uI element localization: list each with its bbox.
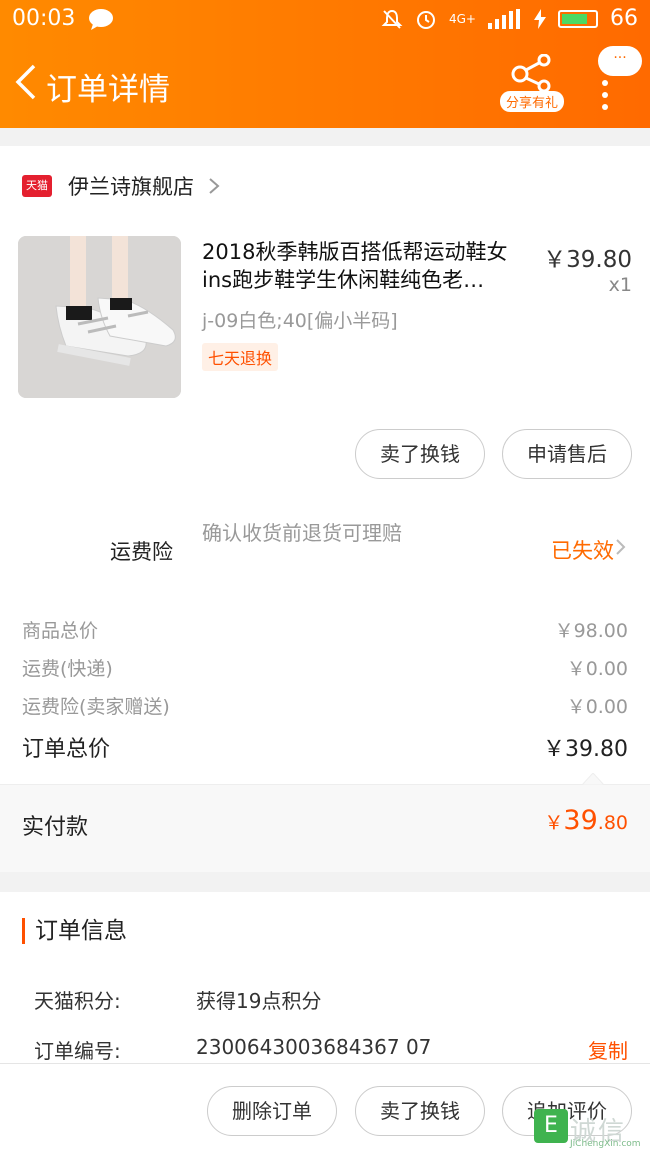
product-price: ￥39.80 [543,247,632,273]
copy-button[interactable]: 复制 [588,1035,628,1064]
signal-icon [488,8,520,29]
product-sku: j-09白色;40[偏小半码] [202,310,398,332]
product-title[interactable]: 2018秋季韩版百搭低帮运动鞋女ins跑步鞋学生休闲鞋纯色老… [202,238,532,294]
sell-button-bottom[interactable]: 卖了换钱 [355,1086,485,1136]
return-policy-badge: 七天退换 [202,343,279,371]
network-label: 4G+ [449,11,476,26]
order-info-card: 订单信息 天猫积分: 获得19点积分 订单编号: 230064300368436… [0,892,650,1067]
caret-up-icon [582,773,604,785]
points-value: 获得19点积分 [196,989,322,1013]
shipping-label: 运费(快递) [22,658,113,680]
status-time: 00:03 [12,6,76,31]
share-button[interactable]: 分享有礼 [500,53,564,114]
paid-integer: 39 [563,805,598,836]
paid-decimal: .80 [597,812,628,834]
share-icon [511,53,551,93]
watermark-badge: E [534,1109,568,1143]
product-image[interactable] [18,236,181,398]
sell-button[interactable]: 卖了换钱 [355,429,485,479]
title-bar: 订单详情 分享有礼 ··· [0,46,650,116]
shipping-value: ￥0.00 [566,658,628,680]
insurance-status[interactable]: 已失效 [551,535,614,565]
order-total-value: ￥39.80 [543,737,628,762]
chat-icon [89,9,113,30]
points-label: 天猫积分: [34,989,121,1013]
app-header: 00:03 4G+ 66 订单详情 分享有礼 ··· [0,0,650,128]
shipping-row: 运费(快递) ￥0.00 [22,654,628,681]
charging-icon [534,8,546,29]
insurance-fee-value: ￥0.00 [566,696,628,718]
product-quantity: x1 [608,274,632,296]
paid-amount-row: 实付款 ￥39.80 [0,773,650,872]
order-card: 天猫 伊兰诗旗舰店 2018秋季韩版百搭低帮运动鞋女ins跑步鞋学生休闲鞋纯色老… [0,146,650,872]
insurance-fee-label: 运费险(卖家赠送) [22,696,170,718]
insurance-fee-row: 运费险(卖家赠送) ￥0.00 [22,692,628,719]
order-total-label: 订单总价 [22,737,111,762]
delete-order-button[interactable]: 删除订单 [207,1086,337,1136]
battery-level: 66 [610,6,638,31]
goods-total-row: 商品总价 ￥98.00 [22,616,628,643]
order-number-value: 2300643003684367 07 [196,1035,432,1059]
paid-currency: ￥ [544,812,564,834]
order-total-row: 订单总价 ￥39.80 [22,731,628,763]
watermark-url: JiChengXin.com [570,1139,641,1149]
store-link[interactable]: 天猫 伊兰诗旗舰店 [22,168,220,204]
more-button[interactable]: ··· [592,46,642,112]
bottom-action-bar: 删除订单 卖了换钱 追加评价 E 诚信 JiChengXin.com [0,1063,650,1155]
watermark-logo: E 诚信 JiChengXin.com [534,1109,646,1149]
battery-icon [558,9,598,28]
mute-icon [381,9,403,29]
order-number-label: 订单编号: [34,1039,121,1063]
status-bar: 00:03 4G+ 66 [0,0,650,40]
page-title: 订单详情 [46,72,170,108]
status-icons: 4G+ 66 [381,6,638,31]
tmall-logo-icon: 天猫 [22,175,52,197]
alarm-icon [417,10,435,29]
store-name: 伊兰诗旗舰店 [68,175,194,199]
message-bubble-icon: ··· [598,46,642,76]
chevron-right-icon[interactable] [616,538,626,556]
more-dots-icon [602,80,610,116]
paid-label: 实付款 [22,815,89,840]
insurance-description: 确认收货前退货可理赔 [202,521,402,545]
back-arrow-icon[interactable] [12,62,40,102]
goods-total-value: ￥98.00 [554,620,628,642]
share-label: 分享有礼 [500,91,564,112]
insurance-label: 运费险 [110,540,173,564]
after-sale-button[interactable]: 申请售后 [502,429,632,479]
sneaker-image [18,236,181,398]
goods-total-label: 商品总价 [22,620,99,642]
chevron-right-icon [209,178,220,194]
order-info-title: 订单信息 [22,918,127,944]
paid-amount: ￥39.80 [544,805,628,836]
